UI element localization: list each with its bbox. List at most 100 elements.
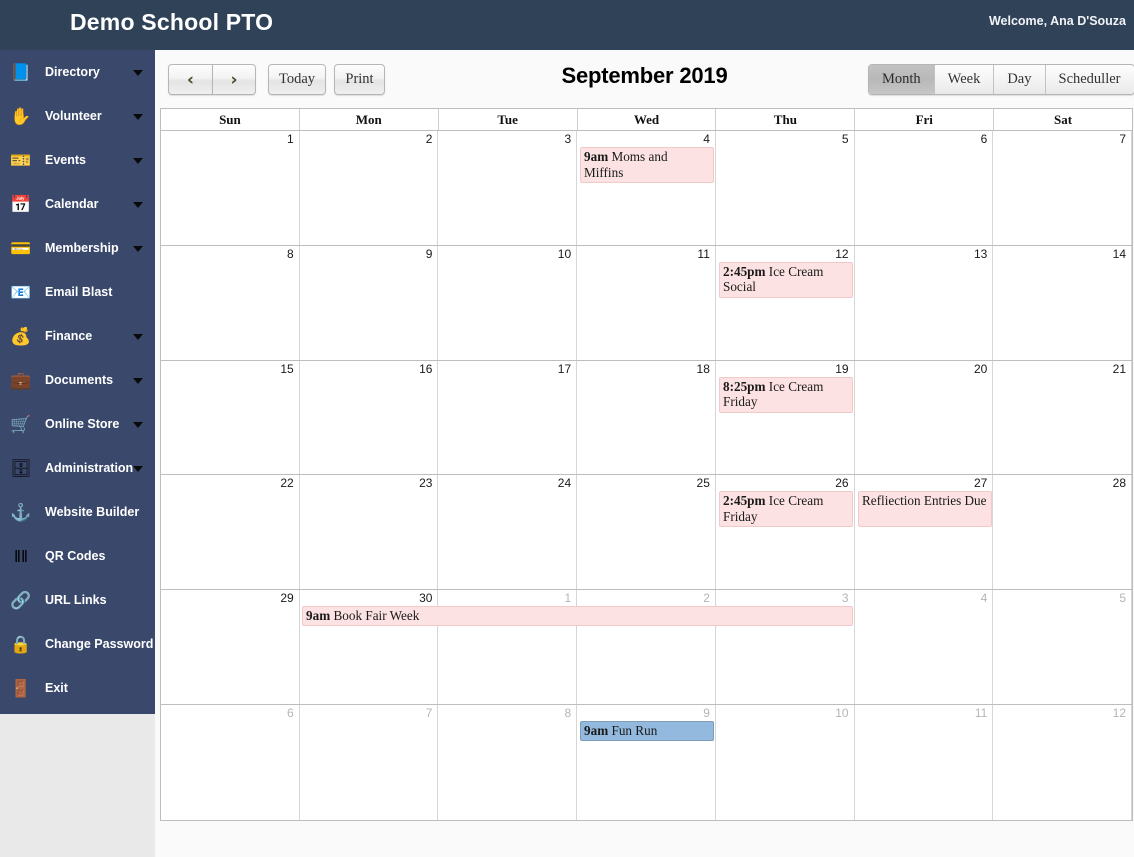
padlock-icon: 🔒	[10, 634, 32, 654]
chevron-down-icon[interactable]	[133, 334, 143, 340]
briefcase-icon: 💼	[10, 370, 32, 390]
day-number: 3	[841, 591, 849, 606]
weekday-header-thu: Thu	[716, 109, 856, 130]
sidebar-item-label: Administration	[45, 461, 134, 475]
chevron-down-icon[interactable]	[133, 246, 143, 252]
calendar-day-cell[interactable]: 6	[161, 704, 300, 820]
sidebar-item-qr-codes[interactable]: ‖‖ QR Codes	[0, 534, 155, 578]
calendar-week-row: 29 30 1 2 3 4 5 9am Book Fair Week	[161, 590, 1133, 705]
calendar-day-cell[interactable]: 10	[715, 704, 855, 820]
calendar-day-cell[interactable]: 20	[854, 360, 994, 475]
day-number: 8	[564, 705, 572, 720]
sidebar-item-online-store[interactable]: 🛒 Online Store	[0, 402, 155, 446]
weekday-header-mon: Mon	[299, 109, 439, 130]
sidebar-item-label: Events	[45, 153, 86, 167]
sidebar-item-change-password[interactable]: 🔒 Change Password	[0, 622, 155, 666]
calendar-day-cell[interactable]: 21	[993, 360, 1133, 475]
calendar-day-cell[interactable]: 4	[854, 590, 994, 704]
calendar-day-cell[interactable]: 23	[299, 475, 439, 590]
chevron-down-icon[interactable]	[133, 70, 143, 76]
calendar-day-cell[interactable]: 24	[438, 475, 578, 590]
main-content: ‹ › Today Print September 2019 Month Week…	[155, 50, 1134, 857]
event-title: Fun Run	[611, 722, 658, 738]
calendar-week-row: 15 16 17 18 19 20 21 8:25pm Ice Cream Friday	[161, 360, 1133, 476]
calendar-day-cell[interactable]: 18	[577, 360, 716, 475]
chevron-down-icon[interactable]	[133, 422, 143, 428]
sidebar-item-calendar[interactable]: 📅 Calendar	[0, 182, 155, 226]
day-number: 23	[419, 476, 433, 491]
calendar-event[interactable]: Refliection Entries Due	[858, 491, 992, 528]
id-card-icon: 💳	[10, 238, 32, 258]
calendar-day-cell[interactable]: 2	[299, 131, 439, 245]
sidebar-item-events[interactable]: 🎫 Events	[0, 138, 155, 182]
welcome-user-label: Welcome, Ana D'Souza	[988, 14, 1126, 28]
calendar-day-cell[interactable]: 25	[577, 475, 716, 590]
calendar-day-cell[interactable]: 12	[993, 704, 1133, 820]
day-number: 25	[696, 476, 710, 491]
calendar-week-row: 22 23 24 25 26 27 28 2:45pm Ice Cream Friday Ref…	[161, 475, 1133, 591]
day-number: 4	[980, 591, 988, 606]
calendar-day-cell[interactable]: 16	[299, 360, 439, 475]
calendar-event[interactable]: 2:45pm Ice Cream Social	[719, 261, 853, 298]
sidebar-item-website-builder[interactable]: ⚓ Website Builder	[0, 490, 155, 534]
sidebar-item-administration[interactable]: 🗄 Administration	[0, 446, 155, 490]
chevron-down-icon[interactable]	[133, 378, 143, 384]
day-number: 6	[980, 132, 988, 146]
calendar-day-cell[interactable]: 11	[577, 245, 716, 360]
calendar-day-cell[interactable]: 28	[993, 475, 1133, 590]
calendar-day-cell[interactable]: 8	[438, 704, 578, 820]
calendar-event[interactable]: 9am Book Fair Week	[302, 606, 853, 627]
sidebar-item-url-links[interactable]: 🔗 URL Links	[0, 578, 155, 622]
calendar-day-cell[interactable]: 5	[715, 131, 855, 245]
calendar-day-cell[interactable]: 8	[161, 245, 300, 360]
calendar-day-cell[interactable]: 14	[993, 245, 1133, 360]
sidebar-item-finance[interactable]: 💰 Finance	[0, 314, 155, 358]
sidebar-nav: 📘 Directory ✋ Volunteer 🎫 Events 📅 Calendar 💳 Mem…	[0, 50, 155, 714]
chevron-down-icon[interactable]	[133, 114, 143, 120]
calendar-event[interactable]: 9am Fun Run	[580, 720, 714, 741]
chevron-down-icon[interactable]	[133, 202, 143, 208]
calendar-day-cell[interactable]: 13	[854, 245, 994, 360]
sidebar-item-email-blast[interactable]: 📧 Email Blast	[0, 270, 155, 314]
calendar-day-cell[interactable]: 7	[299, 704, 439, 820]
calendar-event[interactable]: 2:45pm Ice Cream Friday	[719, 491, 853, 528]
calendar-day-cell[interactable]: 11	[854, 704, 994, 820]
view-button-scheduller[interactable]: Scheduller	[1045, 65, 1134, 94]
view-button-month[interactable]: Month	[869, 65, 935, 94]
day-number: 14	[1112, 246, 1127, 261]
calendar-day-cell[interactable]: 22	[161, 475, 300, 590]
calendar-day-cell[interactable]: 7	[993, 131, 1133, 245]
event-time: 9am	[306, 608, 331, 624]
sidebar-item-directory[interactable]: 📘 Directory	[0, 50, 155, 94]
day-number: 21	[1112, 361, 1127, 376]
event-title: Book Fair Week	[333, 608, 420, 624]
view-button-day[interactable]: Day	[994, 65, 1046, 94]
day-number: 1	[287, 132, 294, 146]
calendar-day-cell[interactable]: 1	[161, 131, 300, 245]
calendar-event[interactable]: 9am Moms and Miffins	[580, 147, 714, 183]
day-number: 1	[564, 591, 572, 606]
money-icon: 💰	[10, 326, 32, 346]
chevron-down-icon[interactable]	[133, 466, 143, 472]
calendar-week-row: 6 7 8 9 10 11 12 9am Fun Run	[161, 704, 1133, 820]
day-number: 3	[564, 132, 572, 146]
day-number: 18	[696, 361, 710, 376]
sidebar-item-exit[interactable]: 🚪 Exit	[0, 666, 155, 710]
day-number: 27	[973, 476, 988, 491]
day-number: 6	[287, 705, 294, 720]
sidebar-item-membership[interactable]: 💳 Membership	[0, 226, 155, 270]
calendar-day-cell[interactable]: 3	[438, 131, 578, 245]
calendar-day-cell[interactable]: 15	[161, 360, 300, 475]
sidebar-item-volunteer[interactable]: ✋ Volunteer	[0, 94, 155, 138]
calendar-event[interactable]: 8:25pm Ice Cream Friday	[719, 376, 853, 413]
day-number: 8	[287, 246, 294, 261]
view-button-week[interactable]: Week	[934, 65, 995, 94]
calendar-day-cell[interactable]: 6	[854, 131, 994, 245]
calendar-day-cell[interactable]: 17	[438, 360, 578, 475]
sidebar-item-documents[interactable]: 💼 Documents	[0, 358, 155, 402]
calendar-day-cell[interactable]: 9	[299, 245, 439, 360]
calendar-day-cell[interactable]: 5	[993, 590, 1133, 704]
chevron-down-icon[interactable]	[133, 158, 143, 164]
calendar-day-cell[interactable]: 10	[438, 245, 578, 360]
calendar-day-cell[interactable]: 29	[161, 590, 300, 704]
